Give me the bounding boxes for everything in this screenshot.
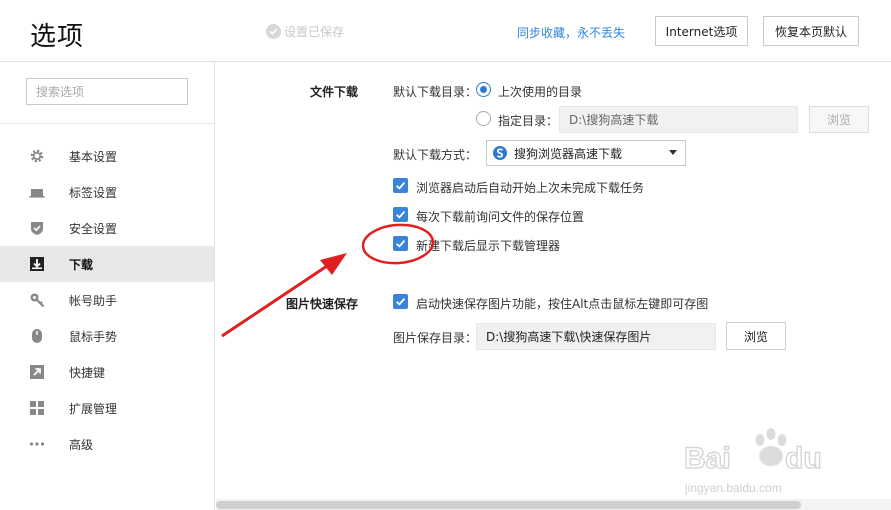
show-manager-label[interactable]: 新建下载后显示下载管理器: [416, 237, 560, 254]
sidebar-item-label: 下载: [69, 257, 94, 272]
quick-save-label[interactable]: 启动快速保存图片功能，按住Alt点击鼠标左键即可存图: [416, 295, 708, 312]
checkbox-resume-tasks[interactable]: [393, 178, 408, 193]
radio-specified-dir[interactable]: [476, 111, 491, 126]
page-title: 选项: [30, 22, 85, 52]
sidebar-item-advanced[interactable]: 高级: [0, 426, 214, 462]
checkmark-icon: [396, 182, 406, 190]
sidebar-divider: [214, 61, 215, 510]
sidebar-item-label: 标签设置: [69, 185, 118, 200]
sidebar-item-download[interactable]: 下载: [0, 246, 214, 282]
sidebar-item-account[interactable]: 帐号助手: [0, 282, 214, 318]
sync-favorites-link[interactable]: 同步收藏，永不丢失: [517, 24, 625, 41]
sidebar-search-divider: [0, 123, 214, 124]
more-dots-icon: [29, 436, 45, 452]
browse-download-dir-button[interactable]: 浏览: [809, 106, 869, 133]
checkmark-icon: [396, 240, 406, 248]
internet-options-button[interactable]: Internet选项: [655, 16, 748, 46]
sidebar-item-label: 帐号助手: [69, 293, 118, 308]
extensions-grid-icon: [29, 400, 45, 416]
saved-status: 设置已保存: [266, 23, 344, 40]
svg-text:Bai: Bai: [684, 442, 731, 475]
sidebar-item-basic[interactable]: 基本设置: [0, 138, 214, 174]
saved-status-text: 设置已保存: [284, 25, 345, 39]
sidebar-item-label: 鼠标手势: [69, 329, 118, 344]
image-dir-value: D:\搜狗高速下载\快速保存图片: [486, 330, 652, 344]
download-method-select[interactable]: 搜狗浏览器高速下载: [486, 140, 686, 166]
tab-icon: [29, 184, 45, 200]
default-dir-label: 默认下载目录：: [393, 85, 478, 99]
options-window: 选项 设置已保存 同步收藏，永不丢失 Internet选项 恢复本页默认 基本设…: [0, 0, 891, 510]
header-divider: [0, 61, 891, 62]
sidebar-item-label: 基本设置: [69, 149, 118, 164]
default-method-label: 默认下载方式：: [393, 148, 478, 162]
svg-text:du: du: [785, 442, 822, 475]
checkbox-ask-location[interactable]: [393, 207, 408, 222]
checkbox-quick-save[interactable]: [393, 294, 408, 309]
svg-text:jingyan.baidu.com: jingyan.baidu.com: [684, 481, 782, 495]
sidebar-item-security[interactable]: 安全设置: [0, 210, 214, 246]
chevron-down-icon: [669, 150, 677, 155]
horizontal-scrollbar-thumb[interactable]: [216, 501, 801, 509]
checkbox-show-manager[interactable]: [393, 236, 408, 251]
sidebar-item-shortcuts[interactable]: 快捷键: [0, 354, 214, 390]
sogou-browser-icon: [492, 145, 508, 161]
shield-check-icon: [29, 220, 45, 236]
browse-image-dir-button[interactable]: 浏览: [726, 322, 786, 350]
image-dir-label: 图片保存目录：: [393, 331, 478, 345]
download-section-title: 文件下载: [310, 85, 359, 99]
sidebar-item-label: 高级: [69, 437, 94, 452]
gear-icon: [29, 148, 45, 164]
shortcut-arrow-icon: [29, 364, 45, 380]
sidebar-item-label: 扩展管理: [69, 401, 118, 416]
specified-dir-value: D:\搜狗高速下载: [569, 113, 659, 127]
radio-last-used-label[interactable]: 上次使用的目录: [498, 83, 582, 100]
mouse-icon: [29, 328, 45, 344]
sidebar-item-extensions[interactable]: 扩展管理: [0, 390, 214, 426]
specified-dir-field[interactable]: D:\搜狗高速下载: [559, 106, 798, 133]
key-icon: [29, 292, 45, 308]
download-method-value: 搜狗浏览器高速下载: [514, 146, 623, 161]
sidebar-item-label: 快捷键: [69, 365, 106, 380]
checkmark-icon: [396, 298, 406, 306]
sidebar-nav: 基本设置 标签设置 安全设置 下载 帐号助手 鼠标手势 快捷键 扩展管理 高级: [0, 138, 214, 462]
annotation-arrow-head: [320, 253, 347, 275]
baidu-jingyan-watermark: Bai du jingyan.baidu.com: [683, 428, 822, 495]
radio-specified-label[interactable]: 指定目录：: [498, 112, 558, 129]
checkmark-icon: [396, 211, 406, 219]
sidebar-item-tabs[interactable]: 标签设置: [0, 174, 214, 210]
radio-last-used[interactable]: [476, 82, 491, 97]
image-save-section-title: 图片快速保存: [286, 297, 359, 311]
check-circle-icon: [266, 24, 281, 39]
sidebar-item-gestures[interactable]: 鼠标手势: [0, 318, 214, 354]
download-icon: [29, 256, 45, 272]
image-dir-field[interactable]: D:\搜狗高速下载\快速保存图片: [476, 323, 716, 350]
search-input[interactable]: [26, 78, 188, 105]
resume-tasks-label[interactable]: 浏览器启动后自动开始上次未完成下载任务: [416, 179, 644, 196]
sidebar-item-label: 安全设置: [69, 221, 118, 236]
ask-location-label[interactable]: 每次下载前询问文件的保存位置: [416, 208, 584, 225]
restore-defaults-button[interactable]: 恢复本页默认: [763, 16, 859, 46]
